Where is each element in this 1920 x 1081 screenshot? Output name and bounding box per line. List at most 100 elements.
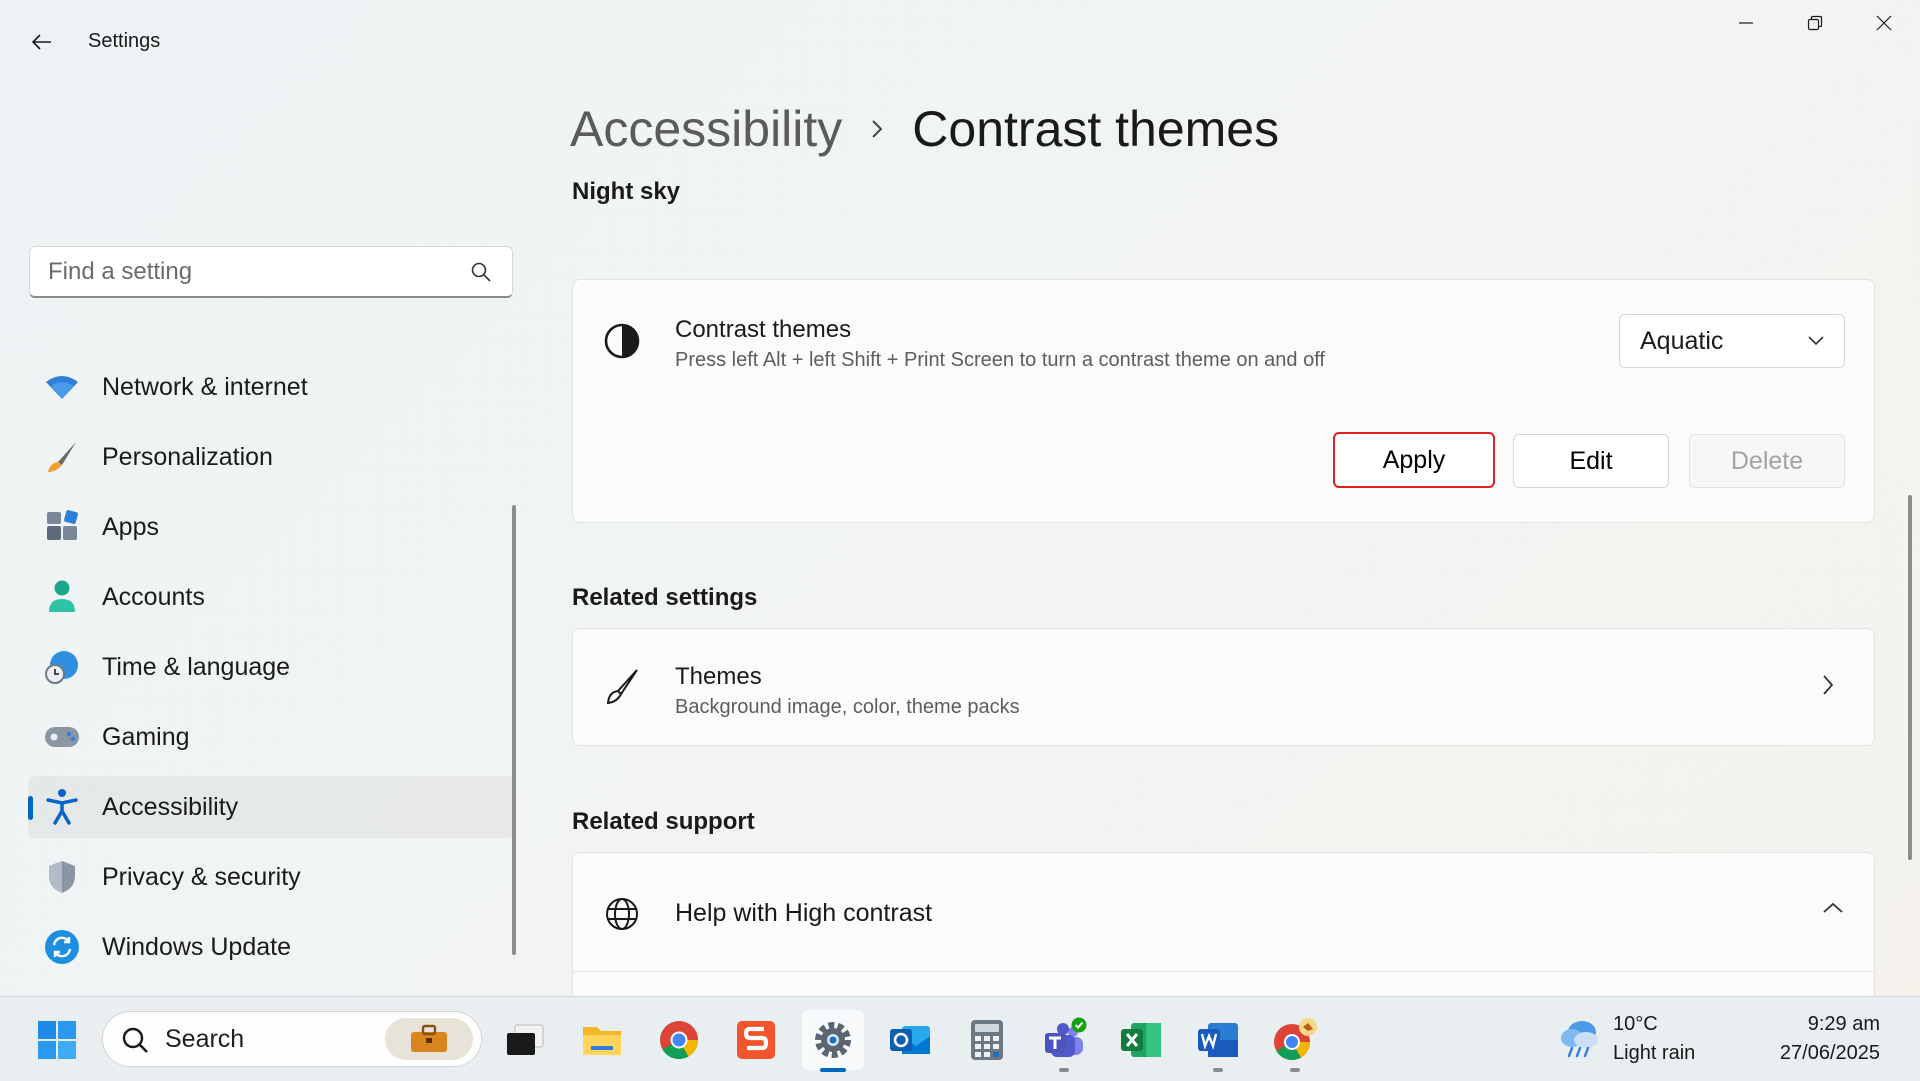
themes-description: Background image, color, theme packs — [675, 696, 1020, 718]
themes-link-card[interactable]: Themes Background image, color, theme pa… — [572, 628, 1875, 746]
taskbar-teams[interactable] — [1033, 1010, 1095, 1072]
cloud-rain-icon — [1561, 1021, 1598, 1058]
running-app-indicator — [1213, 1068, 1223, 1072]
sidebar-item-label: Gaming — [102, 722, 190, 751]
sidebar-item-time-language[interactable]: Time & language — [28, 636, 514, 698]
sidebar-item-label: Network & internet — [102, 372, 308, 401]
minimize-button[interactable] — [1712, 0, 1780, 46]
app-title: Settings — [88, 30, 161, 52]
apps-icon — [42, 507, 82, 547]
taskbar-outlook[interactable] — [879, 1010, 941, 1070]
taskbar-chrome[interactable] — [648, 1010, 710, 1070]
sidebar-item-label: Windows Update — [102, 932, 291, 961]
sidebar-item-personalization[interactable]: Personalization — [28, 426, 514, 488]
minimize-icon — [1739, 22, 1753, 24]
start-button[interactable] — [26, 1010, 88, 1070]
taskbar-search[interactable]: Search — [102, 1011, 482, 1067]
outlook-icon — [890, 1026, 930, 1054]
chrome-profile-icon — [1274, 1018, 1317, 1061]
sidebar-item-windows-update[interactable]: Windows Update — [28, 916, 514, 978]
edit-button[interactable]: Edit — [1513, 434, 1669, 488]
person-icon — [42, 577, 82, 617]
taskbar-file-explorer[interactable] — [571, 1010, 633, 1070]
related-support-heading: Related support — [572, 808, 755, 835]
contrast-theme-dropdown[interactable]: Aquatic — [1619, 314, 1845, 368]
weather-description: Light rain — [1613, 1042, 1696, 1064]
task-view-icon — [507, 1024, 544, 1055]
find-setting-search[interactable] — [29, 246, 513, 298]
running-app-indicator — [1290, 1068, 1300, 1072]
main-scrollbar[interactable] — [1908, 495, 1912, 860]
back-button[interactable] — [20, 22, 64, 62]
chevron-right-icon — [1823, 675, 1834, 695]
taskbar-calculator[interactable] — [956, 1010, 1018, 1070]
title-bar: Settings — [0, 0, 1920, 84]
sidebar-item-label: Accounts — [102, 582, 205, 611]
dropdown-selected-value: Aquatic — [1640, 326, 1724, 355]
sidebar-item-network[interactable]: Network & internet — [28, 356, 514, 418]
restore-icon — [1807, 15, 1823, 31]
apply-button[interactable]: Apply — [1333, 432, 1495, 488]
card-divider — [573, 971, 1874, 972]
taskbar-word[interactable] — [1187, 1010, 1249, 1072]
sidebar-item-privacy-security[interactable]: Privacy & security — [28, 846, 514, 908]
taskbar-settings[interactable] — [802, 1010, 864, 1072]
sidebar-item-label: Time & language — [102, 652, 291, 681]
help-high-contrast-card[interactable]: Help with High contrast — [572, 852, 1875, 1002]
sidebar-item-label: Privacy & security — [102, 862, 301, 891]
sublime-text-icon — [737, 1021, 775, 1059]
sidebar-item-accounts[interactable]: Accounts — [28, 566, 514, 628]
contrast-themes-description: Press left Alt + left Shift + Print Scre… — [675, 349, 1325, 371]
contrast-icon — [604, 323, 640, 359]
chrome-icon — [660, 1021, 699, 1060]
sidebar-item-label: Apps — [102, 512, 159, 541]
breadcrumb: Accessibility Contrast themes — [570, 100, 1279, 158]
sidebar-item-accessibility[interactable]: Accessibility — [28, 776, 514, 838]
active-app-indicator — [820, 1068, 846, 1072]
back-arrow-icon — [31, 34, 51, 50]
teams-icon — [1045, 1017, 1087, 1057]
wifi-icon — [42, 367, 82, 407]
globe-clock-icon — [42, 647, 82, 687]
gear-icon — [815, 1022, 851, 1058]
search-icon — [471, 262, 491, 282]
excel-icon — [1121, 1023, 1161, 1057]
shield-icon — [42, 857, 82, 897]
clock-date[interactable]: 27/06/2025 — [1760, 1042, 1880, 1065]
taskbar-chrome-profile[interactable] — [1264, 1010, 1326, 1072]
sidebar-nav: Network & internet Personalization Apps … — [28, 356, 514, 986]
contrast-themes-card: Contrast themes Press left Alt + left Sh… — [572, 279, 1875, 523]
related-settings-heading: Related settings — [572, 584, 758, 611]
clock-time[interactable]: 9:29 am — [1760, 1013, 1880, 1036]
taskbar-task-view[interactable] — [494, 1010, 556, 1070]
theme-preview-label: Night sky — [572, 178, 681, 205]
chevron-right-icon — [872, 120, 883, 138]
sidebar-scrollbar[interactable] — [512, 505, 516, 955]
running-app-indicator — [1059, 1068, 1069, 1072]
sidebar-item-label: Accessibility — [102, 792, 239, 821]
chevron-up-icon[interactable] — [1821, 901, 1845, 915]
themes-title: Themes — [675, 663, 762, 690]
page-title: Contrast themes — [912, 101, 1280, 157]
chevron-down-icon — [1808, 336, 1824, 346]
sidebar-item-gaming[interactable]: Gaming — [28, 706, 514, 768]
weather-widget[interactable] — [1558, 1016, 1602, 1065]
word-icon — [1198, 1023, 1238, 1057]
sidebar-item-apps[interactable]: Apps — [28, 496, 514, 558]
find-setting-input[interactable] — [30, 256, 470, 287]
gamepad-icon — [42, 717, 82, 757]
sidebar-item-label: Personalization — [102, 442, 273, 471]
taskbar-excel[interactable] — [1110, 1010, 1172, 1070]
restore-button[interactable] — [1781, 0, 1849, 46]
brush-icon — [42, 437, 82, 477]
close-button[interactable] — [1850, 0, 1918, 46]
accessibility-icon — [42, 787, 82, 827]
weather-temperature: 10°C — [1613, 1013, 1658, 1035]
taskbar-sublime-text[interactable] — [725, 1010, 787, 1070]
breadcrumb-parent[interactable]: Accessibility — [570, 100, 842, 158]
delete-button[interactable]: Delete — [1689, 434, 1845, 488]
windows-logo-icon — [38, 1021, 76, 1059]
folder-icon — [583, 1027, 621, 1055]
contrast-themes-title: Contrast themes — [675, 316, 852, 343]
help-high-contrast-title: Help with High contrast — [675, 899, 933, 927]
